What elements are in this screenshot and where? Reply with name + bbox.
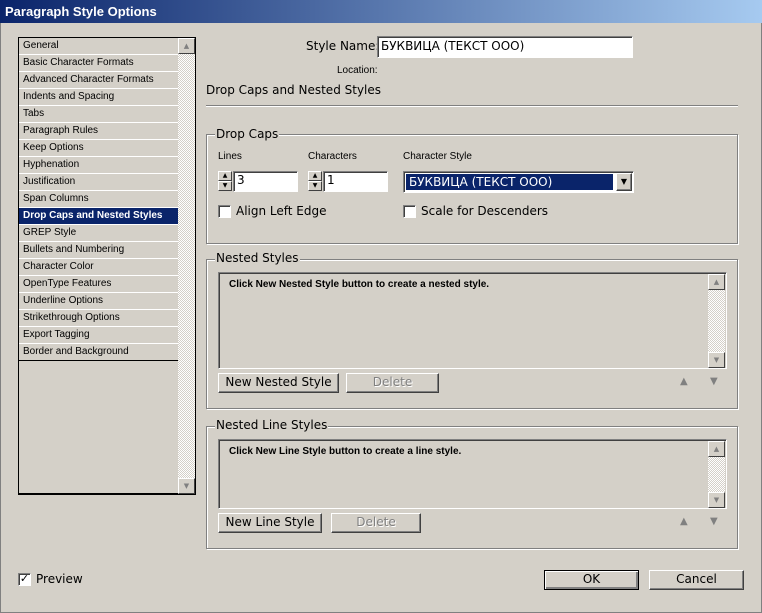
sidebar-item-grep-style[interactable]: GREP Style <box>19 225 179 242</box>
scale-descenders-checkbox[interactable]: Scale for Descenders <box>403 204 548 218</box>
nested-line-styles-legend: Nested Line Styles <box>215 418 329 432</box>
sidebar-item-justification[interactable]: Justification <box>19 174 179 191</box>
sidebar-item-border-and-background[interactable]: Border and Background <box>19 344 179 361</box>
list-empty-area <box>19 360 179 494</box>
sidebar-item-general[interactable]: General <box>19 38 179 55</box>
title-bar: Paragraph Style Options <box>0 0 762 23</box>
stepper-up-icon[interactable]: ▲ <box>308 171 322 181</box>
delete-line-style-button[interactable]: Delete <box>331 513 421 533</box>
characters-stepper[interactable]: ▲ ▼ 1 <box>308 171 388 192</box>
nested-line-styles-scrollbar[interactable]: ▲ ▼ <box>708 441 725 508</box>
ok-button[interactable]: OK <box>544 570 639 590</box>
nested-line-styles-list[interactable]: Click New Line Style button to create a … <box>218 439 727 509</box>
move-up-icon[interactable]: ▲ <box>680 376 688 387</box>
character-style-value: БУКВИЦА (ТЕКСТ ООО) <box>406 174 613 190</box>
sidebar-item-span-columns[interactable]: Span Columns <box>19 191 179 208</box>
sidebar-item-export-tagging[interactable]: Export Tagging <box>19 327 179 344</box>
preview-label: Preview <box>36 572 83 586</box>
sidebar-item-basic-character-formats[interactable]: Basic Character Formats <box>19 55 179 72</box>
preview-checkbox[interactable]: ✓ Preview <box>18 572 83 586</box>
move-up-icon[interactable]: ▲ <box>680 516 688 527</box>
sidebar-item-drop-caps-and-nested-styles[interactable]: Drop Caps and Nested Styles <box>19 208 179 225</box>
location-label: Location: <box>337 65 378 76</box>
character-style-label: Character Style <box>403 151 472 162</box>
style-name-label: Style Name: <box>306 39 380 53</box>
nested-styles-hint: Click New Nested Style button to create … <box>229 279 490 290</box>
align-left-edge-checkbox[interactable]: Align Left Edge <box>218 204 327 218</box>
checkmark-icon[interactable]: ✓ <box>18 573 31 586</box>
sidebar-item-opentype-features[interactable]: OpenType Features <box>19 276 179 293</box>
stepper-down-icon[interactable]: ▼ <box>218 181 232 191</box>
delete-nested-style-button[interactable]: Delete <box>346 373 439 393</box>
sidebar-item-keep-options[interactable]: Keep Options <box>19 140 179 157</box>
nested-line-styles-hint: Click New Line Style button to create a … <box>229 446 462 457</box>
scroll-up-icon[interactable]: ▲ <box>708 441 725 457</box>
scroll-down-icon[interactable]: ▼ <box>708 352 725 368</box>
stepper-down-icon[interactable]: ▼ <box>308 181 322 191</box>
nested-styles-scrollbar[interactable]: ▲ ▼ <box>708 274 725 368</box>
sidebar-item-strikethrough-options[interactable]: Strikethrough Options <box>19 310 179 327</box>
style-name-input[interactable]: БУКВИЦА (ТЕКСТ ООО) <box>377 36 633 58</box>
stepper-up-icon[interactable]: ▲ <box>218 171 232 181</box>
section-title: Drop Caps and Nested Styles <box>206 83 382 97</box>
lines-label: Lines <box>218 151 242 162</box>
sidebar-item-bullets-and-numbering[interactable]: Bullets and Numbering <box>19 242 179 259</box>
lines-stepper[interactable]: ▲ ▼ 3 <box>218 171 298 192</box>
category-list[interactable]: General Basic Character Formats Advanced C… <box>18 37 196 495</box>
sidebar-item-paragraph-rules[interactable]: Paragraph Rules <box>19 123 179 140</box>
nested-styles-legend: Nested Styles <box>215 251 300 265</box>
sidebar-item-hyphenation[interactable]: Hyphenation <box>19 157 179 174</box>
drop-caps-legend: Drop Caps <box>215 127 280 141</box>
scroll-up-icon[interactable]: ▲ <box>178 38 195 54</box>
character-style-select[interactable]: БУКВИЦА (ТЕКСТ ООО) ▼ <box>403 171 634 193</box>
scale-descenders-label: Scale for Descenders <box>421 204 549 218</box>
new-nested-style-button[interactable]: New Nested Style <box>218 373 339 393</box>
scroll-down-icon[interactable]: ▼ <box>708 492 725 508</box>
nested-styles-list[interactable]: Click New Nested Style button to create … <box>218 272 727 369</box>
cancel-button[interactable]: Cancel <box>649 570 744 590</box>
align-left-edge-label: Align Left Edge <box>236 204 327 218</box>
sidebar-item-indents-and-spacing[interactable]: Indents and Spacing <box>19 89 179 106</box>
sidebar-item-character-color[interactable]: Character Color <box>19 259 179 276</box>
move-down-icon[interactable]: ▼ <box>710 376 718 387</box>
checkbox-icon[interactable] <box>218 205 231 218</box>
list-scrollbar[interactable]: ▲ ▼ <box>178 38 195 494</box>
divider <box>206 105 738 107</box>
characters-input[interactable]: 1 <box>323 171 388 192</box>
sidebar-item-tabs[interactable]: Tabs <box>19 106 179 123</box>
scroll-down-icon[interactable]: ▼ <box>178 478 195 494</box>
move-down-icon[interactable]: ▼ <box>710 516 718 527</box>
chevron-down-icon[interactable]: ▼ <box>616 173 632 191</box>
sidebar-item-underline-options[interactable]: Underline Options <box>19 293 179 310</box>
new-line-style-button[interactable]: New Line Style <box>218 513 322 533</box>
sidebar-item-advanced-character-formats[interactable]: Advanced Character Formats <box>19 72 179 89</box>
checkbox-icon[interactable] <box>403 205 416 218</box>
lines-input[interactable]: 3 <box>233 171 298 192</box>
scroll-up-icon[interactable]: ▲ <box>708 274 725 290</box>
characters-label: Characters <box>308 151 357 162</box>
